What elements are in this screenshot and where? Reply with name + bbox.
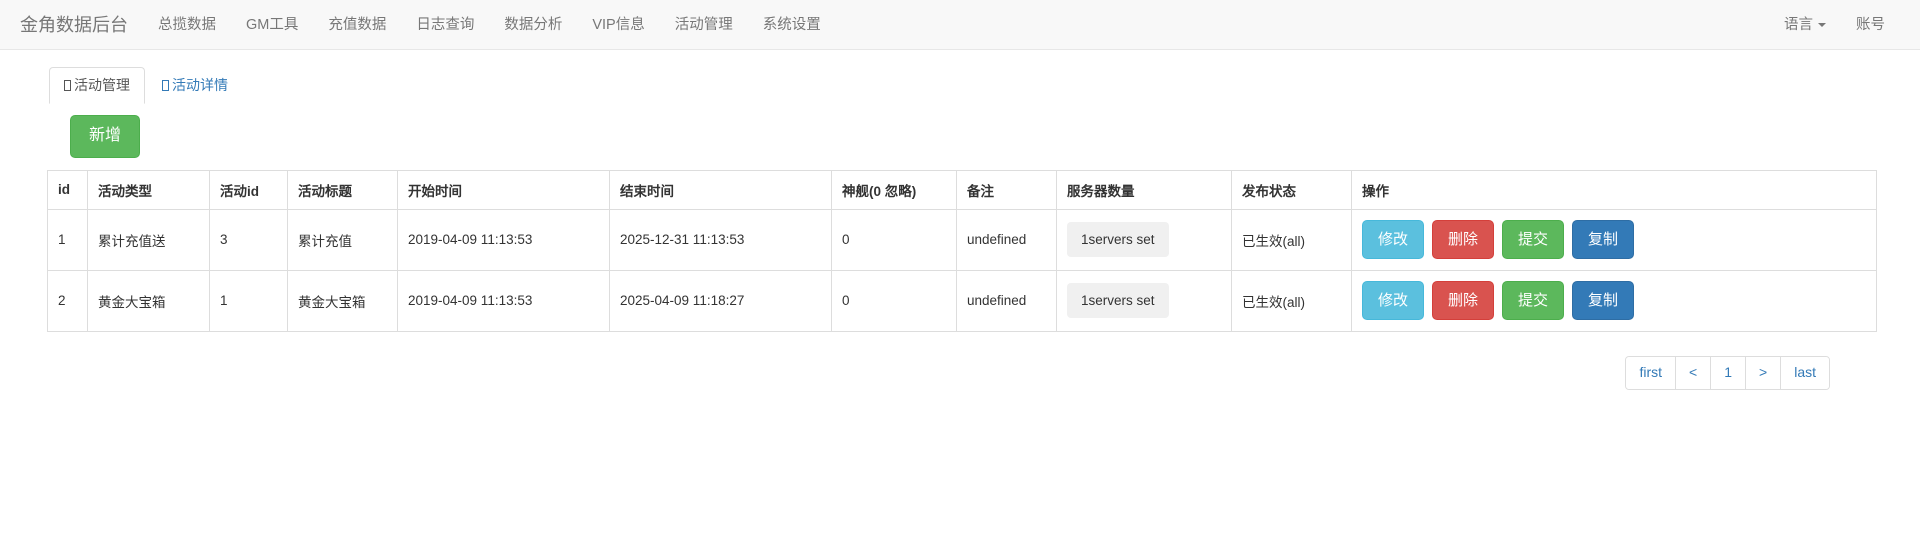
cell-end-time: 2025-12-31 11:13:53	[609, 208, 832, 271]
tab-bar: 活动管理 活动详情	[49, 67, 1875, 105]
tab-label: 活动详情	[172, 77, 228, 93]
tab-1[interactable]: 活动管理	[49, 67, 145, 104]
cell-activity-id: 1	[209, 269, 288, 332]
column-header-4: 活动标题	[287, 170, 398, 210]
pagination-prev[interactable]: <	[1676, 356, 1711, 389]
nav-item-3[interactable]: 充值数据	[313, 0, 401, 49]
table-body: 1 累计充值送 3 累计充值 2019-04-09 11:13:53 2025-12-31…	[47, 208, 1877, 332]
table-container: id 活动类型 活动id 活动标题 开始时间 结束时间 神舰(0 忽略) 备注 服务器数量 发布状…	[45, 169, 1877, 332]
nav-right-item-1[interactable]: 语言	[1769, 0, 1841, 49]
copy-button[interactable]: 复制	[1572, 220, 1635, 260]
nav-item-5[interactable]: 数据分析	[489, 0, 577, 49]
pagination-item: <	[1676, 356, 1712, 389]
nav-right-label: 语言	[1784, 17, 1813, 33]
table-header-row: id 活动类型 活动id 活动标题 开始时间 结束时间 神舰(0 忽略) 备注 服务器数量 发布状…	[47, 170, 1877, 210]
cell-status: 已生效(all)	[1231, 208, 1352, 271]
cell-status: 已生效(all)	[1231, 269, 1352, 332]
table-head: id 活动类型 活动id 活动标题 开始时间 结束时间 神舰(0 忽略) 备注 服务器数量 发布状…	[47, 170, 1877, 210]
pagination-item: 1	[1711, 356, 1747, 389]
delete-button[interactable]: 删除	[1432, 281, 1495, 321]
operation-button-group: 修改 删除 提交 复制	[1362, 281, 1866, 321]
cell-start-time: 2019-04-09 11:13:53	[397, 269, 610, 332]
missing-glyph-icon	[162, 80, 169, 91]
column-header-10: 发布状态	[1231, 170, 1352, 210]
cell-id: 1	[47, 208, 88, 271]
servers-set-button[interactable]: 1servers set	[1067, 283, 1169, 319]
pagination-page-1[interactable]: 1	[1711, 356, 1746, 389]
cell-remark: undefined	[956, 208, 1057, 271]
column-header-8: 备注	[956, 170, 1057, 210]
cell-title: 黄金大宝箱	[287, 269, 398, 332]
nav-item-6[interactable]: VIP信息	[577, 0, 659, 49]
page-content: 活动管理 活动详情 新增 id 活动类型 活动id 活动标题 开始时间 结束时间 神舰(0 忽…	[0, 50, 1920, 390]
table-row: 1 累计充值送 3 累计充值 2019-04-09 11:13:53 2025-12-31…	[47, 208, 1877, 271]
activity-table: id 活动类型 活动id 活动标题 开始时间 结束时间 神舰(0 忽略) 备注 服务器数量 发布状…	[47, 169, 1877, 332]
column-header-7: 神舰(0 忽略)	[831, 170, 957, 210]
submit-button[interactable]: 提交	[1502, 220, 1565, 260]
pagination-item: >	[1746, 356, 1782, 389]
pagination-row: first <1 > last	[45, 332, 1875, 390]
cell-remark: undefined	[956, 269, 1057, 332]
nav-right-label: 账号	[1856, 17, 1885, 33]
cell-id: 2	[47, 269, 88, 332]
cell-type: 黄金大宝箱	[87, 269, 210, 332]
column-header-5: 开始时间	[397, 170, 610, 210]
copy-button[interactable]: 复制	[1572, 281, 1635, 321]
column-header-3: 活动id	[209, 170, 288, 210]
tab-2[interactable]: 活动详情	[147, 67, 243, 104]
table-toolbar: 新增	[45, 105, 1875, 170]
add-button[interactable]: 新增	[70, 115, 141, 158]
pagination-first[interactable]: first	[1626, 356, 1676, 389]
cell-servers: 1servers set	[1056, 269, 1232, 332]
operation-button-group: 修改 删除 提交 复制	[1362, 220, 1866, 260]
missing-glyph-icon	[64, 80, 71, 91]
pagination-item: last	[1781, 356, 1829, 389]
chevron-down-icon	[1818, 23, 1826, 28]
nav-right-group: 语言 账号	[1769, 0, 1920, 49]
tab-label: 活动管理	[74, 77, 130, 93]
table-row: 2 黄金大宝箱 1 黄金大宝箱 2019-04-09 11:13:53 2025-04-0…	[47, 269, 1877, 332]
pagination-item: first	[1626, 356, 1677, 389]
pagination: first <1 > last	[1625, 355, 1830, 390]
column-header-2: 活动类型	[87, 170, 210, 210]
pagination-last[interactable]: last	[1781, 356, 1829, 389]
column-header-9: 服务器数量	[1056, 170, 1232, 210]
column-header-1: id	[47, 170, 88, 210]
cell-start-time: 2019-04-09 11:13:53	[397, 208, 610, 271]
delete-button[interactable]: 删除	[1432, 220, 1495, 260]
nav-right-item-2[interactable]: 账号	[1841, 0, 1900, 49]
brand-title[interactable]: 金角数据后台	[0, 0, 143, 49]
cell-type: 累计充值送	[87, 208, 210, 271]
cell-servers: 1servers set	[1056, 208, 1232, 271]
submit-button[interactable]: 提交	[1502, 281, 1565, 321]
nav-item-1[interactable]: 总揽数据	[143, 0, 231, 49]
nav-item-4[interactable]: 日志查询	[401, 0, 489, 49]
edit-button[interactable]: 修改	[1362, 281, 1425, 321]
nav-item-8[interactable]: 系统设置	[748, 0, 836, 49]
cell-title: 累计充值	[287, 208, 398, 271]
nav-item-7[interactable]: 活动管理	[660, 0, 748, 49]
top-navbar: 金角数据后台 总揽数据 GM工具 充值数据 日志查询 数据分析 VIP信息 活动管理 系统设置…	[0, 0, 1920, 50]
pagination-next[interactable]: >	[1746, 356, 1781, 389]
cell-operations: 修改 删除 提交 复制	[1351, 208, 1877, 271]
cell-operations: 修改 删除 提交 复制	[1351, 269, 1877, 332]
cell-ship: 0	[831, 208, 957, 271]
edit-button[interactable]: 修改	[1362, 220, 1425, 260]
servers-set-button[interactable]: 1servers set	[1067, 222, 1169, 258]
cell-activity-id: 3	[209, 208, 288, 271]
column-header-11: 操作	[1351, 170, 1877, 210]
cell-ship: 0	[831, 269, 957, 332]
column-header-6: 结束时间	[609, 170, 832, 210]
nav-item-2[interactable]: GM工具	[231, 0, 313, 49]
main-nav: 总揽数据 GM工具 充值数据 日志查询 数据分析 VIP信息 活动管理 系统设置	[143, 0, 836, 49]
cell-end-time: 2025-04-09 11:18:27	[609, 269, 832, 332]
